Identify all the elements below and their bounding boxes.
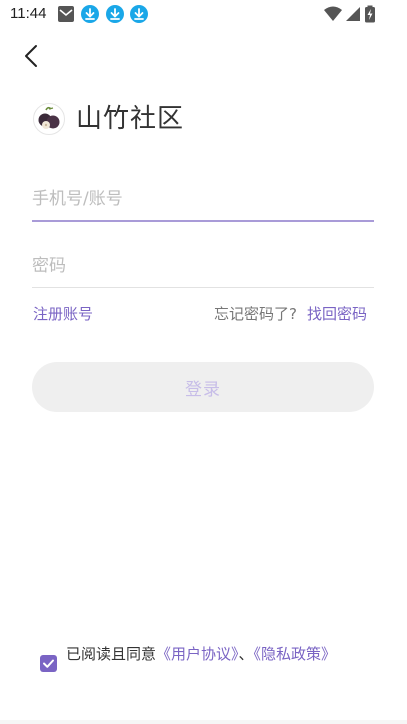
agreement-checkbox[interactable] (40, 655, 57, 672)
check-icon (43, 659, 54, 668)
user-agreement-link[interactable]: 《用户协议》 (156, 645, 239, 663)
password-input[interactable] (32, 244, 374, 287)
forgot-password-prompt: 忘记密码了? (214, 305, 297, 323)
privacy-policy-link[interactable]: 《隐私政策》 (254, 645, 337, 663)
chevron-left-icon (25, 45, 37, 67)
wifi-icon (324, 6, 342, 21)
signal-icon (346, 7, 360, 21)
back-button[interactable] (16, 40, 48, 72)
mangosteen-logo (38, 106, 60, 129)
download-icon (81, 5, 99, 23)
battery-charging-icon (365, 5, 375, 23)
login-button[interactable]: 登录 (32, 362, 374, 412)
status-time: 11:44 (10, 5, 47, 22)
agreement-prefix: 已阅读且同意 (66, 645, 157, 663)
agreement-separator: 、 (238, 645, 254, 663)
navigation-bar (0, 720, 407, 724)
agreement-text: 已阅读且同意《用户协议》、《隐私政策》 (66, 646, 366, 663)
password-field-container (32, 244, 374, 288)
download-icon (130, 5, 148, 23)
mail-icon (58, 6, 74, 22)
app-title: 山竹社区 (76, 104, 185, 134)
download-icon (106, 5, 124, 23)
app-logo (33, 103, 65, 135)
account-input[interactable] (32, 178, 374, 220)
status-bar: 11:44 (0, 0, 407, 28)
recover-password-link[interactable]: 找回密码 (307, 304, 367, 324)
account-field-container (32, 178, 374, 222)
register-link[interactable]: 注册账号 (33, 304, 93, 324)
